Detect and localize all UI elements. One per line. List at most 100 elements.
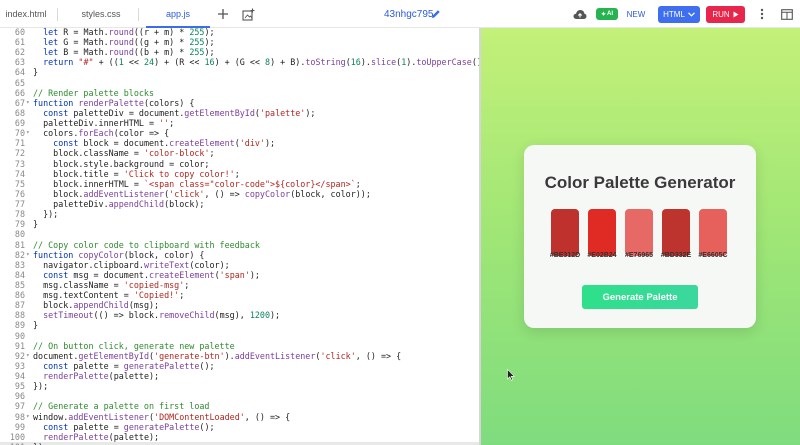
- run-button[interactable]: RUN: [706, 6, 745, 23]
- code-line[interactable]: 76 block.addEventListener('click', () =>…: [0, 189, 480, 199]
- code-line[interactable]: 61 let G = Math.round((g + m) * 255);: [0, 37, 480, 47]
- line-code: block.className = 'color-block';: [33, 148, 215, 159]
- code-line[interactable]: 94 renderPalette(palette);: [0, 371, 480, 381]
- code-line[interactable]: 69 paletteDiv.innerHTML = '';: [0, 118, 480, 128]
- code-line[interactable]: 65: [0, 78, 480, 88]
- code-line[interactable]: 71 const block = document.createElement(…: [0, 138, 480, 148]
- code-line[interactable]: 98 ▾ window.addEventListener('DOMContentLo…: [0, 412, 480, 422]
- line-code: block.style.background = color;: [33, 158, 210, 169]
- code-line[interactable]: 70 ▾ colors.forEach(color => {: [0, 128, 480, 138]
- code-line[interactable]: 60 let R = Math.round((r + m) * 255);: [0, 28, 480, 37]
- line-number: 91: [14, 340, 25, 351]
- code-line[interactable]: 75 block.innerHTML = `<span class="color…: [0, 179, 480, 189]
- line-number: 89: [14, 320, 25, 331]
- code-line[interactable]: 93 const palette = generatePalette();: [0, 361, 480, 371]
- fold-arrow-icon[interactable]: ▾: [26, 351, 32, 361]
- new-button[interactable]: NEW: [624, 0, 648, 28]
- line-number: 68: [14, 107, 25, 118]
- code-line[interactable]: 79}: [0, 219, 480, 229]
- code-line[interactable]: 83 navigator.clipboard.writeText(color);: [0, 260, 480, 270]
- code-line[interactable]: 74 block.title = 'Click to copy color!';: [0, 169, 480, 179]
- color-code-label: #E6605C: [698, 252, 728, 259]
- fold-arrow-icon[interactable]: ▾: [26, 128, 32, 138]
- fold-arrow-icon[interactable]: ▾: [26, 250, 32, 260]
- code-line[interactable]: 99 const palette = generatePalette();: [0, 422, 480, 432]
- play-icon: [733, 11, 739, 18]
- code-editor[interactable]: 60 let R = Math.round((r + m) * 255); 61 …: [0, 28, 480, 445]
- line-code: const paletteDiv = document.getElementBy…: [43, 107, 316, 118]
- code-line[interactable]: 72 block.className = 'color-block';: [0, 148, 480, 158]
- split-layout-icon[interactable]: [779, 6, 795, 22]
- code-line[interactable]: 86 msg.textContent = 'Copied!';: [0, 290, 480, 300]
- color-block[interactable]: [551, 209, 579, 256]
- code-line[interactable]: 63 return "#" + ((1 << 24) + (R << 16) +…: [0, 57, 480, 67]
- tab-app-js[interactable]: app.js: [146, 0, 210, 28]
- line-code: // Generate a palette on first load: [33, 401, 210, 412]
- code-line[interactable]: 62 let B = Math.round((b + m) * 255);: [0, 47, 480, 57]
- code-line[interactable]: 64}: [0, 67, 480, 77]
- plus-icon[interactable]: [215, 6, 231, 22]
- code-line[interactable]: 92 ▾ document.getElementById('generate-btn…: [0, 351, 480, 361]
- pencil-icon[interactable]: [428, 6, 444, 22]
- color-block[interactable]: [625, 209, 653, 256]
- code-line[interactable]: 73 block.style.background = color;: [0, 159, 480, 169]
- mouse-cursor-icon: [507, 368, 516, 386]
- line-code: block.appendChild(msg);: [33, 300, 160, 311]
- code-line[interactable]: 96: [0, 391, 480, 401]
- line-code: let B = Math.round((b + m) * 255);: [43, 47, 215, 58]
- fold-arrow-icon[interactable]: ▾: [26, 412, 32, 422]
- sparkle-icon: ✦: [600, 11, 607, 18]
- line-number: 94: [14, 371, 25, 382]
- line-code: let G = Math.round((g + m) * 255);: [43, 37, 215, 48]
- more-vertical-icon[interactable]: [754, 6, 770, 22]
- line-code: block.innerHTML = `<span class="color-co…: [33, 178, 361, 189]
- line-number: 60: [14, 28, 25, 37]
- ai-button[interactable]: ✦ AI: [596, 8, 618, 20]
- code-line[interactable]: 97 // Generate a palette on first load: [0, 401, 480, 411]
- code-line[interactable]: 82 ▾ function copyColor(block, color) {: [0, 250, 480, 260]
- line-number: 99: [14, 421, 25, 432]
- line-number: 66: [14, 87, 25, 98]
- code-line[interactable]: 85 msg.className = 'copied-msg';: [0, 280, 480, 290]
- line-number: 87: [14, 300, 25, 311]
- code-line[interactable]: 80: [0, 229, 480, 239]
- tab-styles-css[interactable]: styles.css: [72, 0, 130, 28]
- code-line[interactable]: 100 renderPalette(palette);: [0, 432, 480, 442]
- line-number: 62: [14, 47, 25, 58]
- cloud-upload-icon[interactable]: [572, 6, 588, 22]
- code-line[interactable]: 67 ▾ function renderPalette(colors) {: [0, 98, 480, 108]
- line-number: 95: [14, 381, 25, 392]
- tab-index-html[interactable]: index.html: [0, 0, 52, 28]
- line-code: renderPalette(palette);: [43, 431, 160, 442]
- code-line[interactable]: 91 // On button click, generate new palet…: [0, 341, 480, 351]
- color-code-label: #BE312D: [549, 252, 581, 259]
- color-block[interactable]: [588, 209, 616, 256]
- code-line[interactable]: 90: [0, 331, 480, 341]
- html-dropdown-button[interactable]: HTML: [658, 6, 700, 23]
- code-line[interactable]: 89}: [0, 320, 480, 330]
- line-number: 63: [14, 57, 25, 68]
- preview-pane: Color Palette Generator #BE312D #E02B24 #E…: [481, 28, 800, 445]
- line-number: 80: [14, 229, 25, 240]
- code-line[interactable]: 66 // Render palette blocks: [0, 88, 480, 98]
- code-line[interactable]: 95});: [0, 381, 480, 391]
- project-title: 43nhgc795: [384, 9, 434, 20]
- code-line[interactable]: 88 setTimeout(() => block.removeChild(ms…: [0, 310, 480, 320]
- code-line[interactable]: 68 const paletteDiv = document.getElemen…: [0, 108, 480, 118]
- line-number: 61: [14, 37, 25, 48]
- color-block[interactable]: [699, 209, 727, 256]
- line-code: const msg = document.createElement('span…: [43, 269, 260, 280]
- line-number: 64: [14, 67, 25, 78]
- code-line[interactable]: 84 const msg = document.createElement('s…: [0, 270, 480, 280]
- add-image-icon[interactable]: [240, 6, 256, 22]
- code-line[interactable]: 77 paletteDiv.appendChild(block);: [0, 199, 480, 209]
- color-block[interactable]: [662, 209, 690, 256]
- line-code: // Copy color code to clipboard with fee…: [33, 239, 260, 250]
- line-number: 96: [14, 391, 25, 402]
- code-line[interactable]: 78 });: [0, 209, 480, 219]
- line-number: 82: [14, 249, 25, 260]
- generate-palette-button[interactable]: Generate Palette: [582, 285, 698, 309]
- fold-arrow-icon[interactable]: ▾: [26, 98, 32, 108]
- code-line[interactable]: 87 block.appendChild(msg);: [0, 300, 480, 310]
- code-line[interactable]: 81 // Copy color code to clipboard with f…: [0, 240, 480, 250]
